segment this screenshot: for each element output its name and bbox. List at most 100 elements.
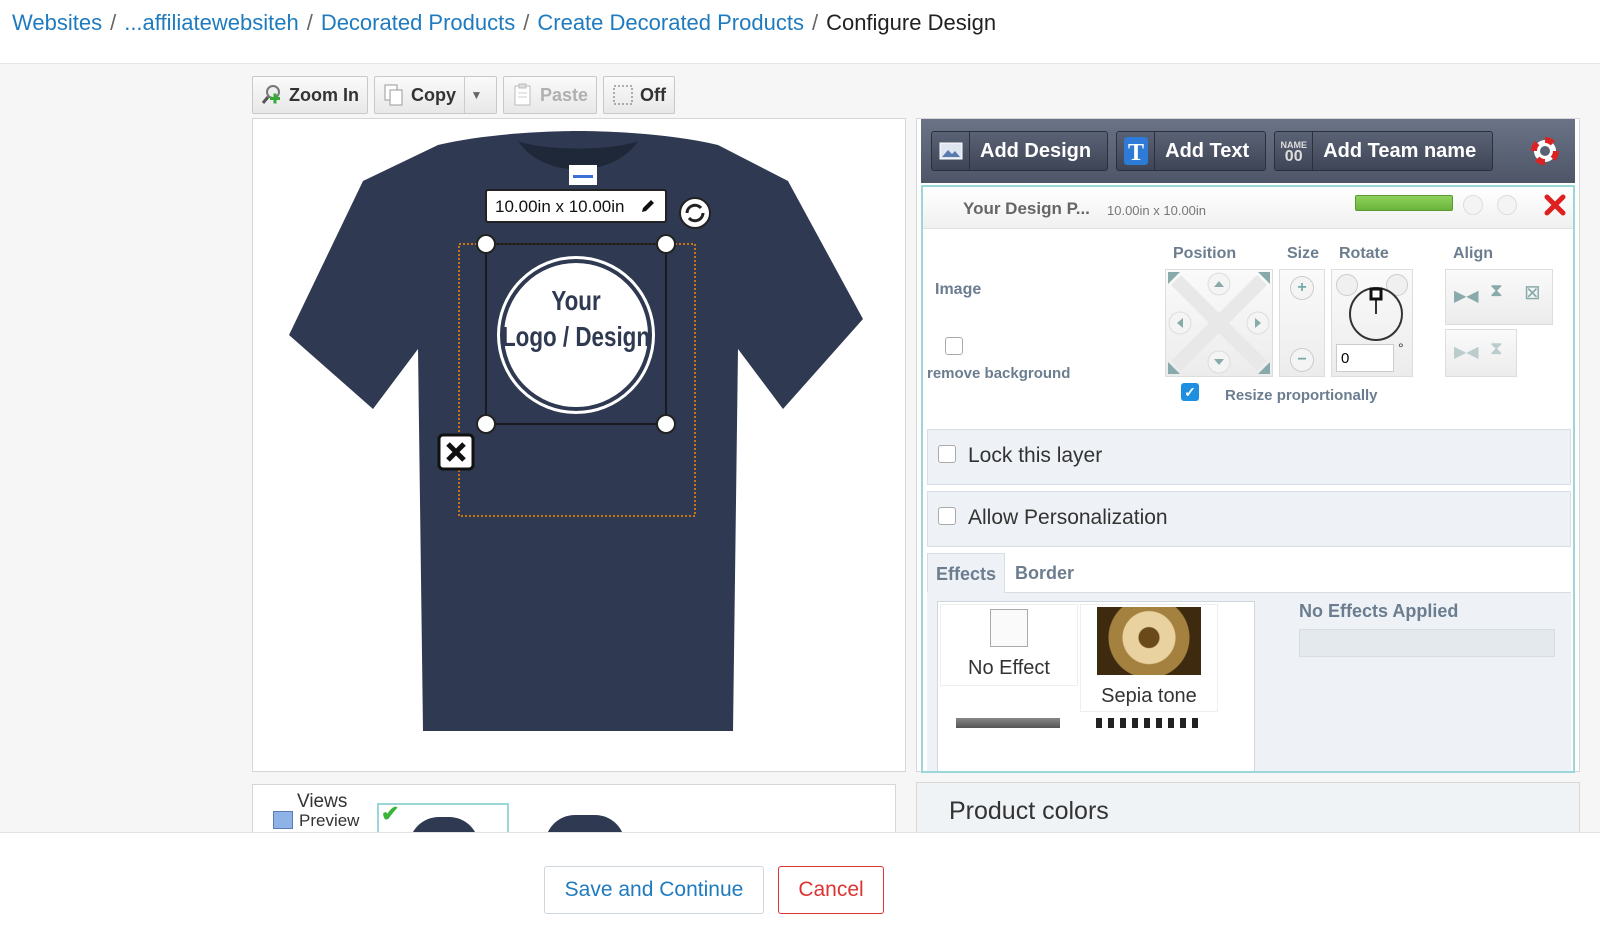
align-center-icon[interactable]: ⊠ [1524, 280, 1541, 305]
help-lifebuoy-icon[interactable] [1531, 137, 1559, 170]
team-name-icon: NAME 00 [1275, 132, 1314, 170]
delete-element-icon[interactable] [437, 433, 475, 471]
copy-label: Copy [411, 84, 456, 105]
align-label: Align [1453, 245, 1493, 262]
copy-button[interactable]: Copy ▼ [374, 76, 497, 114]
resize-handle[interactable] [656, 234, 676, 254]
degree-symbol: ° [1398, 340, 1404, 356]
image-icon [932, 132, 970, 170]
breadcrumb-separator: / [523, 10, 530, 35]
effects-grid: No Effect Sepia tone [937, 601, 1255, 771]
rotate-dial-icon[interactable] [1346, 284, 1406, 344]
delete-layer-icon[interactable] [1543, 193, 1567, 222]
designer-panel: Add Design T Add Text NAME 00 Add Team n… [916, 118, 1580, 773]
logo-text-line2: Logo / Design [501, 321, 651, 352]
team-icon-bottom: 00 [1284, 148, 1303, 165]
footer-actions: Save and Continue Cancel [0, 832, 1600, 925]
breadcrumb-separator: / [306, 10, 313, 35]
add-team-name-label: Add Team name [1323, 139, 1477, 162]
preview-label: Preview [299, 811, 360, 830]
align-vertical-disabled-icon: ⧗ [1490, 338, 1503, 358]
align-horizontal-disabled-icon: ▶◀ [1454, 344, 1479, 361]
tab-effects[interactable]: Effects [927, 553, 1006, 593]
svg-text:T: T [1128, 140, 1144, 166]
effect-thumbnail-partial[interactable] [1096, 718, 1200, 728]
breadcrumb-websites[interactable]: Websites [12, 10, 102, 35]
rotate-angle-input[interactable] [1336, 344, 1394, 372]
no-effect-label: No Effect [968, 657, 1050, 679]
align-controls-secondary[interactable]: ▶◀ ⧗ [1445, 329, 1517, 377]
resize-handle[interactable] [656, 414, 676, 434]
cancel-button[interactable]: Cancel [778, 866, 884, 914]
dashed-box-icon [612, 83, 634, 107]
add-toolbar: Add Design T Add Text NAME 00 Add Team n… [921, 119, 1575, 183]
align-horizontal-icon[interactable]: ▶◀ [1454, 286, 1479, 306]
tab-border[interactable]: Border [1007, 553, 1082, 593]
layer-properties: Image remove background Position Size Ro… [923, 229, 1573, 429]
effect-no-effect[interactable]: No Effect [940, 604, 1078, 686]
position-label: Position [1173, 245, 1237, 262]
off-label: Off [640, 84, 667, 105]
lock-layer-label: Lock this layer [968, 444, 1103, 467]
views-label: Views [297, 791, 348, 812]
move-layer-down-icon[interactable] [1497, 195, 1517, 215]
breadcrumb-separator: / [110, 10, 117, 35]
resize-handle[interactable] [476, 414, 496, 434]
breadcrumb: Websites / ...affiliatewebsiteh / Decorated … [0, 0, 1600, 64]
image-label: Image [935, 281, 982, 298]
allow-personalization-row[interactable]: Allow Personalization [927, 491, 1571, 547]
breadcrumb-decorated-products[interactable]: Decorated Products [321, 10, 515, 35]
remove-background-checkbox[interactable] [945, 337, 963, 355]
position-pad[interactable] [1165, 269, 1273, 377]
layer-dimensions: 10.00in x 10.00in [1107, 203, 1207, 218]
align-vertical-icon[interactable]: ⧗ [1490, 280, 1503, 301]
rotate-handle-icon[interactable] [679, 197, 711, 229]
size-label: Size [1287, 245, 1320, 262]
zoom-in-label: Zoom In [289, 84, 359, 105]
effect-thumbnail-partial[interactable] [956, 718, 1060, 728]
pencil-icon [639, 197, 657, 220]
chevron-down-icon[interactable]: ▼ [464, 77, 488, 113]
add-team-name-button[interactable]: NAME 00 Add Team name [1274, 131, 1494, 171]
paste-button[interactable]: Paste [503, 76, 598, 114]
size-decrease-icon[interactable]: − [1290, 348, 1314, 372]
selected-check-icon: ✔ [381, 801, 400, 826]
effects-tabs: Effects Border [927, 553, 1571, 593]
zoom-in-icon [261, 83, 283, 107]
save-and-continue-button[interactable]: Save and Continue [544, 866, 764, 914]
effect-sepia-tone[interactable]: Sepia tone [1080, 604, 1218, 712]
design-size-text: 10.00in x 10.00in [495, 197, 625, 216]
breadcrumb-separator: / [811, 10, 819, 35]
add-text-button[interactable]: T Add Text [1116, 131, 1267, 171]
breadcrumb-current-page: Configure Design [826, 10, 997, 35]
size-increase-icon[interactable]: + [1290, 276, 1314, 300]
layer-panel: Your Design P... 10.00in x 10.00in Image… [921, 185, 1575, 773]
sepia-tone-label: Sepia tone [1101, 685, 1197, 707]
no-effect-icon [990, 609, 1028, 647]
lock-layer-row[interactable]: Lock this layer [927, 429, 1571, 485]
rotate-label: Rotate [1339, 245, 1389, 262]
move-layer-up-icon[interactable] [1463, 195, 1483, 215]
add-design-button[interactable]: Add Design [931, 131, 1109, 171]
copy-icon [383, 83, 405, 107]
paste-icon [512, 83, 534, 107]
resize-proportionally-checkbox[interactable]: ✓ [1181, 383, 1199, 401]
size-controls[interactable]: + − [1279, 269, 1325, 377]
applied-effects-list [1299, 629, 1555, 657]
design-canvas[interactable]: 10.00in x 10.00in Your Logo / Design [252, 118, 906, 772]
align-controls[interactable]: ▶◀ ⧗ ⊠ [1445, 269, 1553, 325]
resize-handle[interactable] [476, 234, 496, 254]
remove-background-label: remove background [927, 365, 1071, 382]
design-size-label[interactable]: 10.00in x 10.00in [485, 189, 667, 223]
breadcrumb-affiliate-website[interactable]: ...affiliatewebsiteh [124, 10, 298, 35]
sepia-flower-thumbnail [1097, 607, 1201, 675]
bounds-off-toggle[interactable]: Off [603, 76, 676, 114]
layer-header[interactable]: Your Design P... 10.00in x 10.00in [923, 187, 1573, 229]
resize-proportionally-label: Resize proportionally [1225, 387, 1378, 404]
breadcrumb-create-decorated-products[interactable]: Create Decorated Products [537, 10, 804, 35]
no-effects-applied-label: No Effects Applied [1299, 601, 1459, 621]
zoom-in-button[interactable]: Zoom In [252, 76, 368, 114]
lock-layer-checkbox[interactable] [938, 445, 956, 463]
allow-personalization-checkbox[interactable] [938, 507, 956, 525]
rotate-controls[interactable]: ° [1331, 269, 1413, 377]
